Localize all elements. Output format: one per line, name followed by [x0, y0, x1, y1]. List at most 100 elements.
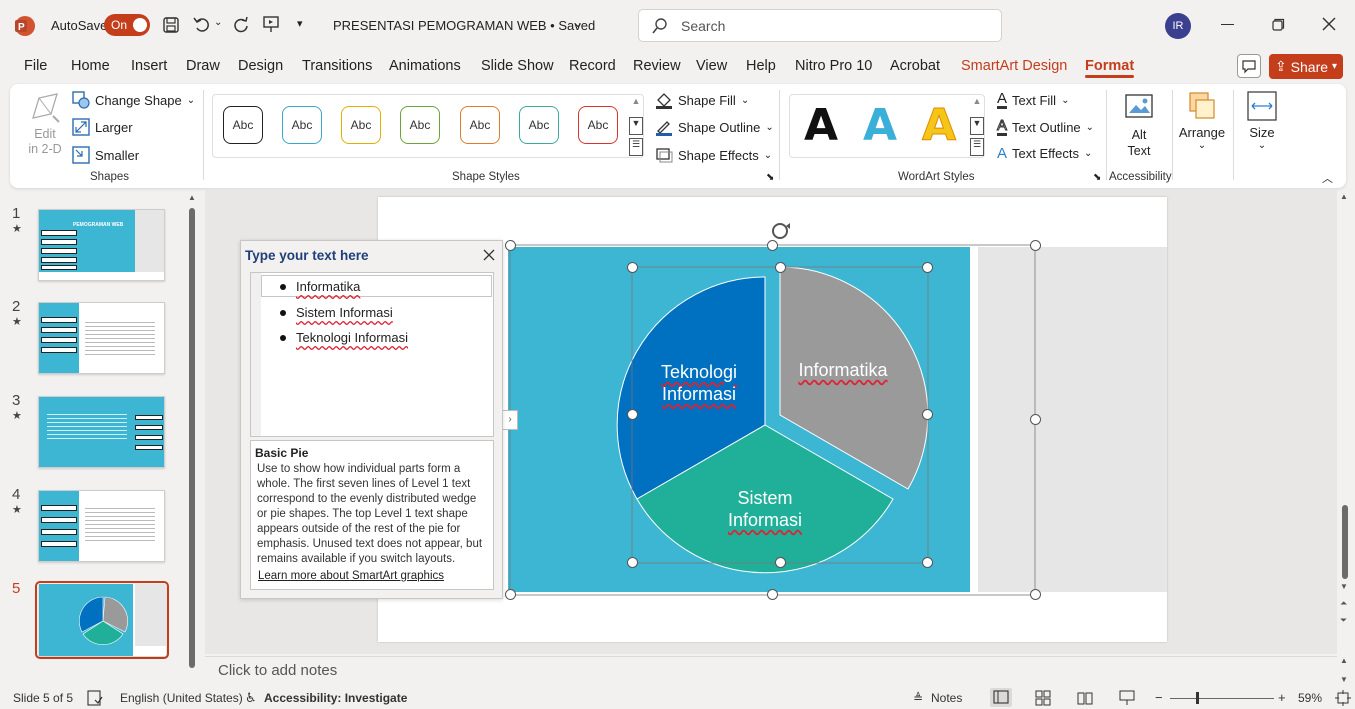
tab-design[interactable]: Design — [238, 58, 283, 74]
text-pane-item[interactable]: Sistem Informasi — [280, 305, 393, 320]
close-icon[interactable] — [483, 249, 495, 264]
slideshow-icon[interactable] — [1119, 690, 1135, 709]
comments-button[interactable] — [1237, 54, 1261, 78]
shape-style-swatch[interactable]: Abc — [223, 106, 263, 144]
document-title[interactable]: PRESENTASI PEMOGRAMAN WEB • Saved — [333, 18, 595, 33]
gallery-more-icon[interactable]: ☰ — [629, 138, 643, 156]
slide-thumbnail-2[interactable] — [38, 302, 165, 374]
resize-handle[interactable] — [767, 240, 778, 251]
fit-to-window-icon[interactable] — [1335, 690, 1351, 709]
change-shape-button[interactable]: Change Shape ⌄ — [72, 91, 195, 109]
text-fill-button[interactable]: A Text Fill ⌄ — [997, 91, 1069, 109]
gallery-scroll-down-icon[interactable]: ▼ — [629, 117, 643, 135]
canvas-scroll-up-icon[interactable]: ▲ — [1340, 192, 1348, 201]
resize-handle[interactable] — [767, 589, 778, 600]
wordart-style-black[interactable]: A — [804, 100, 838, 151]
edit-in-2d-button[interactable]: Edit in 2-D — [22, 90, 68, 160]
tab-transitions[interactable]: Transitions — [302, 58, 372, 74]
spellcheck-icon[interactable] — [87, 690, 103, 709]
minimize-icon[interactable] — [1221, 24, 1234, 25]
text-outline-button[interactable]: A Text Outline ⌄ — [996, 118, 1094, 136]
shape-style-swatch[interactable]: Abc — [460, 106, 500, 144]
redo-icon[interactable] — [232, 15, 250, 36]
size-button[interactable]: Size ⌄ — [1240, 90, 1284, 151]
resize-handle[interactable] — [627, 557, 638, 568]
shape-style-swatch[interactable]: Abc — [400, 106, 440, 144]
tab-draw[interactable]: Draw — [186, 58, 220, 74]
text-pane-item[interactable]: Informatika — [280, 279, 360, 294]
tab-insert[interactable]: Insert — [131, 58, 167, 74]
resize-handle[interactable] — [775, 557, 786, 568]
zoom-in-icon[interactable]: + — [1278, 690, 1286, 705]
shape-styles-launcher-icon[interactable]: ⬊ — [766, 172, 774, 183]
accessibility-icon[interactable]: ♿ — [245, 690, 257, 706]
shape-fill-button[interactable]: Shape Fill ⌄ — [655, 91, 749, 109]
customize-toolbar-icon[interactable]: ▾ — [297, 17, 303, 30]
wordart-style-blue[interactable]: A — [863, 100, 897, 151]
search-box[interactable]: Search — [638, 9, 1002, 42]
reading-view-icon[interactable] — [1077, 690, 1093, 709]
zoom-level[interactable]: 59% — [1298, 691, 1322, 705]
resize-handle[interactable] — [922, 409, 933, 420]
zoom-slider[interactable] — [1170, 698, 1274, 699]
tab-help[interactable]: Help — [746, 58, 776, 74]
shape-style-swatch[interactable]: Abc — [578, 106, 618, 144]
smaller-button[interactable]: Smaller — [72, 146, 139, 164]
resize-handle[interactable] — [775, 262, 786, 273]
resize-handle[interactable] — [505, 240, 516, 251]
normal-view-icon[interactable] — [990, 688, 1012, 707]
alt-text-button[interactable]: Alt Text — [1118, 92, 1160, 159]
tab-view[interactable]: View — [696, 58, 727, 74]
slide-panel-scroll-up-icon[interactable]: ▲ — [188, 193, 196, 202]
previous-slide-icon[interactable]: ⏶ — [1340, 598, 1347, 609]
canvas-scrollbar[interactable] — [1342, 505, 1348, 579]
language[interactable]: English (United States) — [120, 691, 243, 705]
resize-handle[interactable] — [1030, 589, 1041, 600]
tab-animations[interactable]: Animations — [389, 58, 461, 74]
accessibility-status[interactable]: Accessibility: Investigate — [264, 691, 407, 705]
slide-thumbnail-5[interactable] — [39, 584, 166, 656]
tab-file[interactable]: File — [24, 58, 47, 74]
slide-thumbnail-4[interactable] — [38, 490, 165, 562]
gallery-scroll-up-icon[interactable]: ▲ — [629, 96, 643, 114]
zoom-out-icon[interactable]: − — [1155, 690, 1163, 705]
text-pane-toggle[interactable]: › — [502, 410, 518, 430]
wordart-launcher-icon[interactable]: ⬊ — [1093, 172, 1101, 183]
tab-record[interactable]: Record — [569, 58, 616, 74]
tab-review[interactable]: Review — [633, 58, 681, 74]
autosave-toggle[interactable]: On — [104, 14, 150, 36]
collapse-ribbon-icon[interactable]: ︿ — [1322, 170, 1333, 186]
resize-handle[interactable] — [505, 589, 516, 600]
learn-more-link[interactable]: Learn more about SmartArt graphics — [258, 570, 444, 582]
resize-handle[interactable] — [627, 262, 638, 273]
restore-icon[interactable] — [1272, 18, 1285, 34]
smartart-pie[interactable] — [500, 220, 1060, 610]
save-icon[interactable] — [162, 16, 180, 37]
larger-button[interactable]: Larger — [72, 118, 133, 136]
avatar[interactable]: IR — [1165, 13, 1191, 39]
next-slide-icon[interactable]: ⏷ — [1340, 615, 1347, 626]
slide-panel-scrollbar[interactable] — [189, 208, 195, 668]
slide-thumbnail-1[interactable]: PEMOGRAMAN WEB — [38, 209, 165, 281]
resize-handle[interactable] — [922, 262, 933, 273]
shape-style-swatch[interactable]: Abc — [282, 106, 322, 144]
wordart-style-gold[interactable]: A — [921, 100, 956, 152]
undo-icon[interactable] — [192, 15, 210, 36]
slide-sorter-icon[interactable] — [1035, 690, 1051, 709]
resize-handle[interactable] — [627, 409, 638, 420]
tab-nitro[interactable]: Nitro Pro 10 — [795, 58, 872, 74]
shape-effects-button[interactable]: Shape Effects ⌄ — [655, 146, 772, 164]
share-button[interactable]: ⇪ Share ▾ — [1269, 54, 1343, 79]
text-effects-button[interactable]: A Text Effects ⌄ — [997, 146, 1092, 161]
resize-handle[interactable] — [1030, 240, 1041, 251]
resize-handle[interactable] — [1030, 414, 1041, 425]
tab-smartart-design[interactable]: SmartArt Design — [961, 58, 1067, 74]
arrange-button[interactable]: Arrange ⌄ — [1178, 90, 1226, 151]
slice-label-teknologi-informasi[interactable]: Teknologi Informasi — [640, 361, 758, 405]
slide-thumbnail-3[interactable] — [38, 396, 165, 468]
slice-label-sistem-informasi[interactable]: Sistem Informasi — [705, 487, 825, 531]
canvas-scroll-down-icon[interactable]: ▼ — [1340, 582, 1348, 591]
shape-style-swatch[interactable]: Abc — [519, 106, 559, 144]
notes-scroll-up-icon[interactable]: ▲ — [1340, 656, 1348, 665]
text-pane-item[interactable]: Teknologi Informasi — [280, 330, 408, 345]
